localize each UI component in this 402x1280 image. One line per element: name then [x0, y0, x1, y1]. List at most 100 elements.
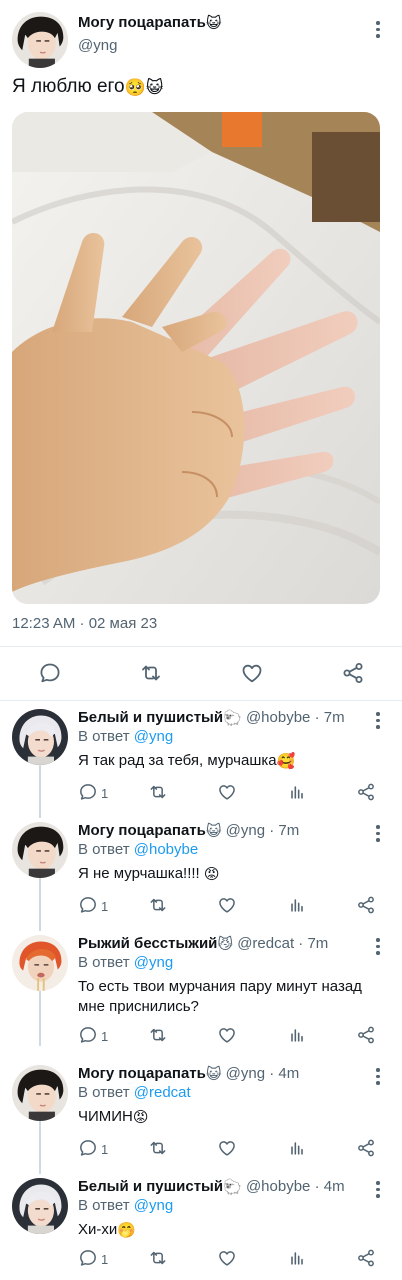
tweet-timestamp[interactable]: 12:23 AM · 02 мая 23 — [12, 615, 157, 632]
retweet-icon[interactable] — [148, 895, 168, 915]
like-icon[interactable] — [217, 1138, 237, 1158]
like-icon[interactable] — [217, 1025, 237, 1045]
display-name: Белый и пушистый — [78, 709, 224, 726]
reply-text: Я так рад за тебя, мурчашка🥰 — [78, 751, 388, 771]
retweet-icon[interactable] — [139, 661, 163, 685]
more-options-icon[interactable] — [376, 825, 380, 845]
stats-icon[interactable] — [287, 782, 307, 802]
in-reply-to: В ответ @hobybe — [78, 841, 198, 858]
reply-actions: 1 — [78, 782, 388, 804]
avatar-image — [12, 935, 68, 991]
like-icon[interactable] — [217, 1248, 237, 1268]
avatar[interactable] — [12, 935, 68, 991]
display-name[interactable]: Могу поцарапать😺 — [78, 14, 222, 31]
avatar[interactable] — [12, 709, 68, 765]
angry-face-emoji-icon: 😡 — [132, 1109, 149, 1126]
avatar[interactable] — [12, 1065, 68, 1121]
reply-icon[interactable] — [38, 661, 62, 685]
reply-time: · 7m — [269, 822, 300, 839]
more-options-icon[interactable] — [376, 712, 380, 732]
avatar[interactable] — [12, 1178, 68, 1234]
more-options-icon[interactable] — [376, 938, 380, 958]
reply-actions: 1 — [78, 1248, 388, 1270]
reply-time: · 7m — [314, 709, 345, 726]
tweet-text: Я люблю его🥺😺 — [12, 76, 164, 98]
reply-text-content: Я не мурчашка!!!! — [78, 865, 204, 882]
in-reply-to: В ответ @redcat — [78, 1084, 191, 1101]
reply-icon[interactable] — [78, 895, 98, 915]
handle: @hobybe — [245, 1178, 311, 1195]
cat-smirk-emoji-icon: 😼 — [217, 936, 234, 953]
in-reply-link[interactable]: @yng — [134, 954, 173, 971]
sheep-emoji-icon: 🐑 — [223, 1179, 242, 1196]
stats-icon[interactable] — [287, 1248, 307, 1268]
reply-count: 1 — [101, 1142, 109, 1157]
retweet-icon[interactable] — [148, 782, 168, 802]
like-icon[interactable] — [217, 782, 237, 802]
retweet-icon[interactable] — [148, 1248, 168, 1268]
reply-header[interactable]: Рыжий бесстыжий😼 @redcat · 7m — [78, 935, 328, 952]
avatar-image — [12, 822, 68, 878]
reply-time: · 4m — [314, 1178, 345, 1195]
giggle-emoji-icon: 🤭 — [117, 1222, 136, 1239]
sheep-emoji-icon: 🐑 — [223, 710, 242, 727]
stats-icon[interactable] — [287, 1138, 307, 1158]
reply-text: ЧИМИН😡 — [78, 1107, 388, 1127]
handle: @yng — [225, 822, 266, 839]
in-reply-link[interactable]: @yng — [134, 728, 173, 745]
like-icon[interactable] — [240, 661, 264, 685]
reply-icon[interactable] — [78, 1025, 98, 1045]
share-icon[interactable] — [341, 661, 365, 685]
reply-icon[interactable] — [78, 782, 98, 802]
more-options-icon[interactable] — [376, 1068, 380, 1088]
share-icon[interactable] — [356, 782, 376, 802]
share-icon[interactable] — [356, 895, 376, 915]
cat-emoji-icon: 😺 — [205, 15, 222, 32]
reply-header[interactable]: Белый и пушистый🐑 @hobybe · 4m — [78, 1178, 345, 1195]
reply-count: 1 — [101, 1029, 109, 1044]
reply-icon[interactable] — [78, 1138, 98, 1158]
avatar[interactable] — [12, 822, 68, 878]
reply-actions: 1 — [78, 1025, 388, 1047]
reply-header[interactable]: Могу поцарапать😺 @yng · 7m — [78, 822, 299, 839]
more-options-icon[interactable] — [376, 1181, 380, 1201]
reply-count: 1 — [101, 786, 109, 801]
reply-count: 1 — [101, 1252, 109, 1267]
reply-text-content: То есть твои мурчания пару минут назад м… — [78, 978, 362, 1015]
stats-icon[interactable] — [287, 1025, 307, 1045]
reply-text: Я не мурчашка!!!! 😡 — [78, 864, 388, 884]
display-name: Могу поцарапать — [78, 822, 206, 839]
share-icon[interactable] — [356, 1248, 376, 1268]
in-reply-link[interactable]: @hobybe — [134, 841, 198, 858]
retweet-icon[interactable] — [148, 1025, 168, 1045]
tweet-photo[interactable] — [12, 112, 380, 604]
display-name-text: Могу поцарапать — [78, 14, 206, 31]
in-reply-link[interactable]: @yng — [134, 1197, 173, 1214]
reply-text: Хи-хи🤭 — [78, 1220, 388, 1240]
in-reply-link[interactable]: @redcat — [134, 1084, 191, 1101]
share-icon[interactable] — [356, 1138, 376, 1158]
photo-hands-image — [12, 112, 380, 604]
more-options-icon[interactable] — [376, 21, 380, 41]
reply-icon[interactable] — [78, 1248, 98, 1268]
in-reply-to: В ответ @yng — [78, 954, 173, 971]
in-reply-label: В ответ — [78, 841, 130, 858]
reply-header[interactable]: Белый и пушистый🐑 @hobybe · 7m — [78, 709, 345, 726]
stats-icon[interactable] — [287, 895, 307, 915]
like-icon[interactable] — [217, 895, 237, 915]
share-icon[interactable] — [356, 1025, 376, 1045]
avatar[interactable] — [12, 12, 68, 68]
divider — [0, 700, 402, 701]
angry-face-emoji-icon: 😡 — [203, 866, 220, 883]
thread-line — [39, 875, 41, 931]
avatar-image — [12, 1178, 68, 1234]
cat-emoji-icon: 😺 — [205, 823, 222, 840]
handle: @yng — [225, 1065, 266, 1082]
reply-count: 1 — [101, 899, 109, 914]
reply-text-content: Хи-хи — [78, 1221, 118, 1238]
reply-text: То есть твои мурчания пару минут назад м… — [78, 977, 384, 1017]
reply-header[interactable]: Могу поцарапать😺 @yng · 4m — [78, 1065, 299, 1082]
retweet-icon[interactable] — [148, 1138, 168, 1158]
handle[interactable]: @yng — [78, 37, 117, 54]
in-reply-label: В ответ — [78, 1197, 130, 1214]
